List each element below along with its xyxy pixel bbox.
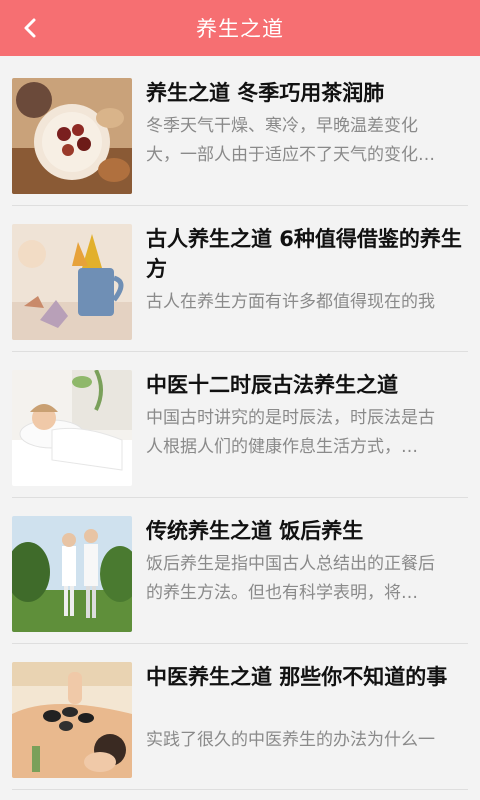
divider bbox=[12, 789, 468, 790]
article-item[interactable]: 养生之道 冬季巧用茶润肺 冬季天气干燥、寒冷，早晚温差变化 大，一部人由于适应不… bbox=[0, 60, 480, 206]
article-title: 中医十二时辰古法养生之道 bbox=[146, 373, 398, 397]
article-summary: 冬季天气干燥、寒冷，早晚温差变化 大，一部人由于适应不了天气的变化… bbox=[146, 116, 435, 165]
article-thumbnail-tea bbox=[12, 78, 132, 194]
page-title: 养生之道 bbox=[196, 17, 284, 41]
article-summary: 中国古时讲究的是时辰法，时辰法是古 人根据人们的健康作息生活方式，… bbox=[146, 408, 435, 457]
article-thumbnail-sleeping-woman bbox=[12, 370, 132, 486]
article-title: 传统养生之道 饭后养生 bbox=[146, 519, 364, 543]
back-button[interactable] bbox=[10, 8, 50, 48]
article-thumbnail-cup-leaves bbox=[12, 224, 132, 340]
article-title: 古人养生之道 6种值得借鉴的养生方 bbox=[146, 227, 462, 281]
top-app-bar: 养生之道 bbox=[0, 0, 480, 56]
article-item[interactable]: 古人养生之道 6种值得借鉴的养生方 古人在养生方面有许多都值得现在的我 bbox=[0, 206, 480, 352]
article-title: 中医养生之道 那些你不知道的事 bbox=[146, 665, 448, 689]
article-summary: 实践了很久的中医养生的办法为什么一 bbox=[146, 730, 435, 750]
chevron-left-icon bbox=[24, 18, 36, 38]
article-summary: 古人在养生方面有许多都值得现在的我 bbox=[146, 292, 435, 312]
article-thumbnail-stone-massage bbox=[12, 662, 132, 778]
article-thumbnail-walking-couple bbox=[12, 516, 132, 632]
article-title: 养生之道 冬季巧用茶润肺 bbox=[146, 81, 385, 105]
article-item[interactable]: 中医养生之道 那些你不知道的事 实践了很久的中医养生的办法为什么一 bbox=[0, 644, 480, 790]
article-summary: 饭后养生是指中国古人总结出的正餐后 的养生方法。但也有科学表明，将… bbox=[146, 554, 435, 603]
article-item[interactable]: 传统养生之道 饭后养生 饭后养生是指中国古人总结出的正餐后 的养生方法。但也有科… bbox=[0, 498, 480, 644]
article-list: 养生之道 冬季巧用茶润肺 冬季天气干燥、寒冷，早晚温差变化 大，一部人由于适应不… bbox=[0, 60, 480, 790]
article-item[interactable]: 中医十二时辰古法养生之道 中国古时讲究的是时辰法，时辰法是古 人根据人们的健康作… bbox=[0, 352, 480, 498]
